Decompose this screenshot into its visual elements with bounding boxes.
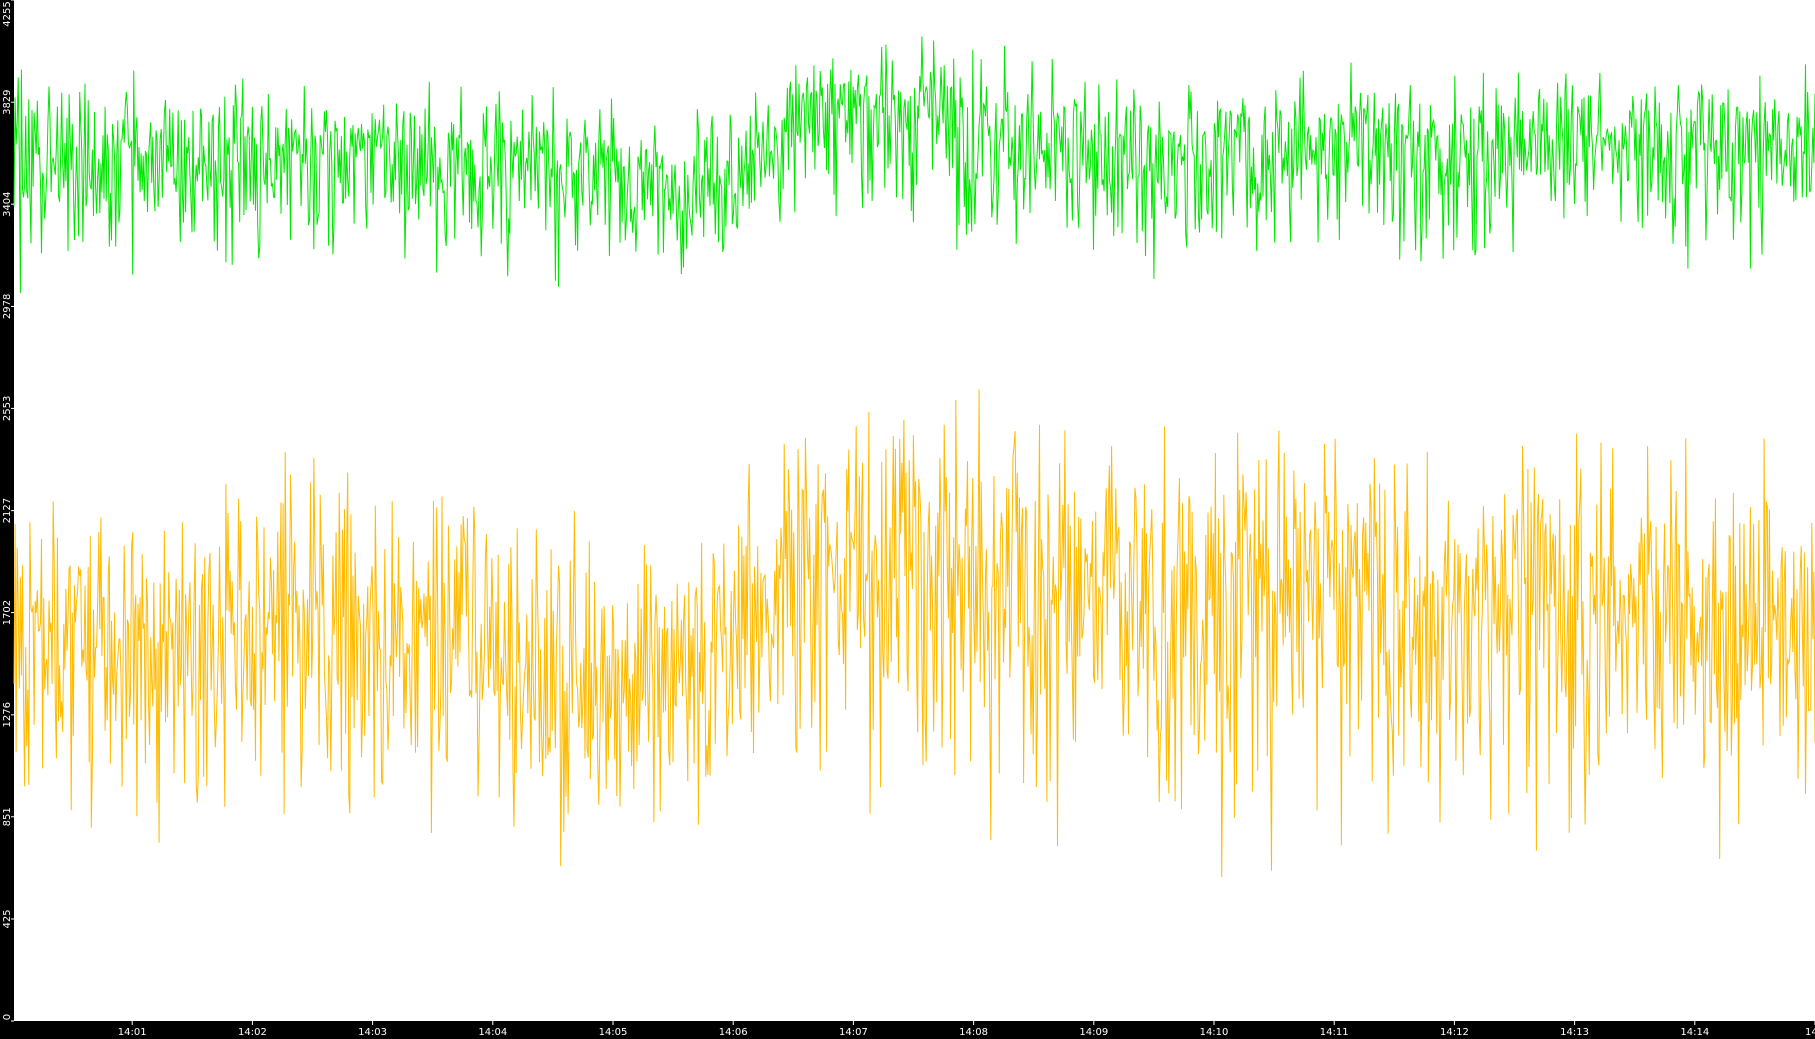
x-axis-band [0, 1021, 1815, 1039]
x-tick-label: 14:12 [1440, 1027, 1469, 1038]
x-tick-label: 14:1 [1805, 1027, 1815, 1038]
x-tick-label: 14:11 [1320, 1027, 1349, 1038]
x-tick-label: 14:03 [358, 1027, 387, 1038]
x-tick-label: 14:04 [478, 1027, 507, 1038]
y-tick-label: 1702 [2, 600, 13, 625]
y-tick-label: 425 [2, 909, 13, 928]
y-tick-label: 3829 [2, 89, 13, 114]
y-tick-label: 851 [2, 807, 13, 826]
y-tick-label: 2553 [2, 396, 13, 421]
chart-svg: 042585112761702212725532978340438294255 … [0, 0, 1815, 1039]
x-tick-label: 14:14 [1680, 1027, 1709, 1038]
x-tick-label: 14:05 [599, 1027, 628, 1038]
y-tick-label: 1276 [2, 702, 13, 727]
y-tick-label: 2978 [2, 294, 13, 319]
y-tick-label: 4255 [2, 1, 13, 26]
x-tick-label: 14:09 [1079, 1027, 1108, 1038]
x-tick-label: 14:02 [238, 1027, 267, 1038]
x-tick-label: 14:08 [959, 1027, 988, 1038]
y-tick-label: 0 [2, 1014, 13, 1020]
line-chart: 0 425 851 1276 1702 2127 2553 2978 3404 3829 4255 … [0, 0, 1815, 1039]
y-tick-label: 3404 [2, 191, 13, 216]
x-tick-label: 14:10 [1200, 1027, 1229, 1038]
x-tick-label: 14:07 [839, 1027, 868, 1038]
y-tick-label: 2127 [2, 498, 13, 523]
x-tick-label: 14:06 [719, 1027, 748, 1038]
x-tick-label: 14:13 [1560, 1027, 1589, 1038]
x-tick-label: 14:01 [118, 1027, 147, 1038]
